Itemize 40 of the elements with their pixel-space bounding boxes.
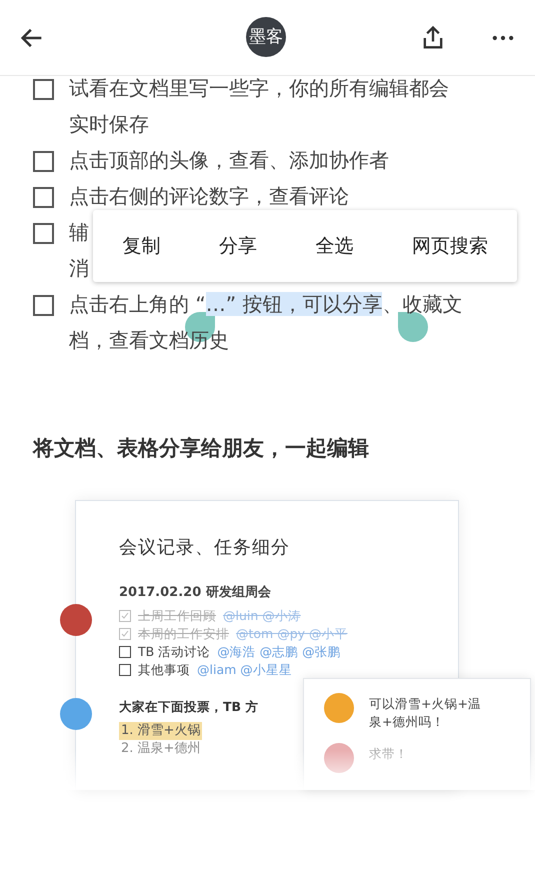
mention-text: @luin @小涛 <box>223 607 301 625</box>
avatar <box>60 698 92 730</box>
vote-heading: 大家在下面投票，TB 方 <box>119 699 258 716</box>
comment-text: 求带！ <box>369 745 409 763</box>
item-text: 试看在文档里写一些字，你的所有编辑都会 <box>69 76 449 100</box>
section-heading: 将文档、表格分享给朋友，一起编辑 <box>33 435 370 462</box>
checkbox[interactable] <box>33 79 54 100</box>
item-text: 点击右侧的评论数字，查看评论 <box>69 184 349 208</box>
task-text: 本周的工作安排 <box>138 625 229 643</box>
item-text: 点击右上角的 “ <box>69 292 206 316</box>
mention-text: @海浩 @志鹏 @张鹏 <box>217 643 341 661</box>
mention-text: @liam @小星星 <box>197 661 292 679</box>
selection-handle[interactable] <box>398 312 428 342</box>
item-text: 实时保存 <box>69 112 149 136</box>
meeting-title: 2017.02.20 研发组周会 <box>119 584 272 601</box>
menu-item[interactable]: 网页搜索 <box>408 227 492 265</box>
app-logo[interactable]: 墨客 <box>246 17 286 57</box>
avatar <box>60 604 92 636</box>
document-title: 会议记录、任务细分 <box>119 536 291 559</box>
item-text: 点击顶部的头像，查看、添加协作者 <box>69 148 389 172</box>
menu-item[interactable]: 分享 <box>214 227 261 265</box>
task-text: 上周工作回顾 <box>138 607 216 625</box>
avatar <box>324 693 354 723</box>
avatar <box>324 743 354 773</box>
comment-text: 可以滑雪+火锅+温泉+德州吗！ <box>369 695 482 731</box>
selected-text: …” 按钮，可以分享 <box>206 292 382 316</box>
mention-text: @tom @py @小平 <box>236 625 348 643</box>
checkbox[interactable] <box>33 151 54 172</box>
item-text: 辅 <box>69 220 89 244</box>
checkbox[interactable] <box>33 295 54 316</box>
menu-item[interactable]: 全选 <box>311 227 358 265</box>
item-text: 消 <box>69 256 89 280</box>
checkbox[interactable] <box>33 223 54 244</box>
task-text: 其他事项 <box>138 661 190 679</box>
checkbox[interactable] <box>33 187 54 208</box>
task-text: TB 活动讨论 <box>138 643 210 661</box>
vote-option: 2. 温泉+德州 <box>119 740 202 758</box>
item-text: 、收藏文 <box>382 292 462 316</box>
menu-item[interactable]: 复制 <box>118 227 164 265</box>
vote-option: 1. 滑雪+火锅 <box>119 722 202 740</box>
